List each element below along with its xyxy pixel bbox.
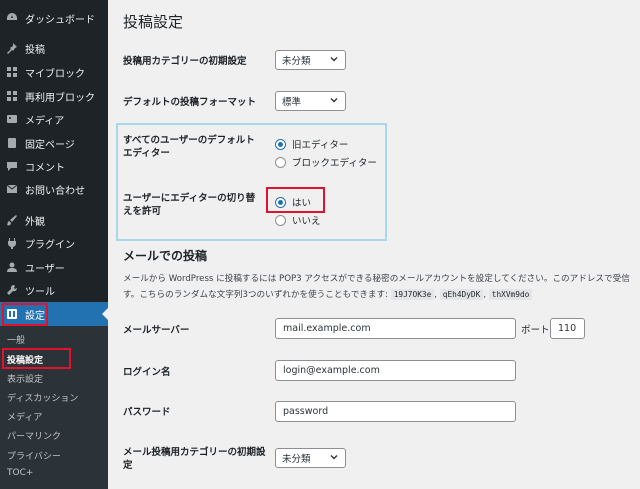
allow-switch-label: ユーザーにエディターの切り替えを許可 xyxy=(123,193,256,217)
sidebar-item-posts[interactable]: 投稿 xyxy=(0,37,108,59)
radio-allow-no[interactable]: いいえ xyxy=(275,213,321,227)
default-category-label: 投稿用カテゴリーの初期設定 xyxy=(123,56,247,67)
sidebar-item-my-blocks[interactable]: マイブロック xyxy=(0,61,108,83)
port-input[interactable]: 110 xyxy=(550,318,585,339)
mail-category-label: メール投稿用カテゴリーの初期設定 xyxy=(123,447,266,471)
sidebar-item-pages[interactable]: 固定ページ xyxy=(0,132,108,154)
login-name-input[interactable]: login@example.com xyxy=(275,360,516,381)
sidebar-item-label: マイブロック xyxy=(25,68,85,80)
sidebar-item-label: 外観 xyxy=(25,216,45,228)
highlight-settings xyxy=(2,303,48,326)
radio-button[interactable] xyxy=(275,156,286,168)
default-format-select[interactable]: 標準 xyxy=(275,91,346,111)
description-line: す。こちらのランダムな文字列3つのいずれかを使うこともできます: 19J7OK3… xyxy=(123,287,640,303)
sidebar-item-dashboard[interactable]: ダッシュボード xyxy=(0,7,108,29)
pin-icon xyxy=(6,42,18,54)
mail-server-input[interactable]: mail.example.com xyxy=(275,318,516,339)
sidebar-item-label: コメント xyxy=(25,162,65,174)
random-string-code: thXVm9do xyxy=(488,289,533,300)
select-value: 標準 xyxy=(282,97,302,108)
main-content: 投稿設定 投稿用カテゴリーの初期設定 未分類 デフォルトの投稿フォーマット 標準… xyxy=(108,0,640,489)
submenu-reading[interactable]: 表示設定 xyxy=(7,372,43,385)
radio-button[interactable] xyxy=(275,214,286,226)
radio-classic-editor[interactable]: 旧エディター xyxy=(275,137,348,151)
login-name-label: ログイン名 xyxy=(123,367,171,378)
submenu-general[interactable]: 一般 xyxy=(7,333,25,346)
sidebar-item-label: プラグイン xyxy=(25,239,75,251)
radio-block-editor[interactable]: ブロックエディター xyxy=(275,155,377,169)
blocks-icon xyxy=(6,90,18,102)
submenu-media[interactable]: メディア xyxy=(7,410,42,423)
port-label: ポート xyxy=(521,325,550,336)
default-format-label: デフォルトの投稿フォーマット xyxy=(123,97,257,108)
blocks-icon xyxy=(6,66,18,78)
mail-section-title: メールでの投稿 xyxy=(123,249,208,263)
radio-label: 旧エディター xyxy=(292,140,349,151)
chevron-down-icon xyxy=(330,57,338,62)
description-text: す。こちらのランダムな文字列3つのいずれかを使うこともできます: xyxy=(123,290,388,300)
sidebar-item-label: 固定ページ xyxy=(25,139,75,151)
media-icon xyxy=(6,113,18,125)
page-title: 投稿設定 xyxy=(123,13,184,31)
sidebar-item-label: お問い合わせ xyxy=(25,185,85,197)
brush-icon xyxy=(6,214,18,226)
sidebar-item-tools[interactable]: ツール xyxy=(0,279,108,301)
sidebar-item-reusable-blocks[interactable]: 再利用ブロック xyxy=(0,85,108,107)
sidebar-item-media[interactable]: メディア xyxy=(0,108,108,130)
chevron-down-icon xyxy=(330,98,338,103)
default-category-select[interactable]: 未分類 xyxy=(275,50,346,70)
mail-section-description: メールから WordPress に投稿するには POP3 アクセスができる秘密の… xyxy=(123,272,640,303)
select-value: 未分類 xyxy=(282,454,311,465)
sidebar-item-users[interactable]: ユーザー xyxy=(0,256,108,278)
chevron-down-icon xyxy=(330,455,338,460)
user-icon xyxy=(6,261,18,273)
sidebar-item-label: ダッシュボード xyxy=(25,14,95,26)
sidebar-item-plugins[interactable]: プラグイン xyxy=(0,232,108,254)
random-string-code: qEh4DyDK xyxy=(439,289,484,300)
sidebar-item-label: メディア xyxy=(25,115,65,127)
mail-category-select[interactable]: 未分類 xyxy=(275,448,346,468)
highlight-allow-yes xyxy=(266,187,325,213)
submenu-toc-plus[interactable]: TOC+ xyxy=(7,468,33,478)
password-label: パスワード xyxy=(123,407,171,418)
default-editor-label: すべてのユーザーのデフォルトエディター xyxy=(123,135,255,159)
submenu-permalinks[interactable]: パーマリンク xyxy=(7,429,61,442)
radio-label: ブロックエディター xyxy=(292,158,377,169)
highlight-writing-settings xyxy=(2,348,71,369)
submenu-discussion[interactable]: ディスカッション xyxy=(7,391,78,404)
sidebar-item-appearance[interactable]: 外観 xyxy=(0,209,108,231)
sidebar-item-label: ツール xyxy=(25,286,55,298)
sidebar-item-label: 再利用ブロック xyxy=(25,92,95,104)
sidebar-item-label: 投稿 xyxy=(25,44,45,56)
dashboard-icon xyxy=(6,12,18,24)
sidebar-item-comments[interactable]: コメント xyxy=(0,155,108,177)
mail-icon xyxy=(6,183,18,195)
select-value: 未分類 xyxy=(282,56,311,67)
radio-button[interactable] xyxy=(275,138,286,150)
sidebar-item-label: ユーザー xyxy=(25,263,65,275)
comment-icon xyxy=(6,160,18,172)
plugin-icon xyxy=(6,237,18,249)
radio-label: いいえ xyxy=(292,216,321,227)
admin-sidebar: ダッシュボード 投稿 マイブロック 再利用ブロック メディア 固定ページ コメン… xyxy=(0,0,108,489)
submenu-privacy[interactable]: プライバシー xyxy=(7,449,61,462)
random-string-code: 19J7OK3e xyxy=(390,289,435,300)
sidebar-item-contact[interactable]: お問い合わせ xyxy=(0,178,108,200)
page-icon xyxy=(6,137,18,149)
password-input[interactable]: password xyxy=(275,401,516,422)
description-line: メールから WordPress に投稿するには POP3 アクセスができる秘密の… xyxy=(123,274,630,284)
mail-server-label: メールサーバー xyxy=(123,325,190,336)
wrench-icon xyxy=(6,284,18,296)
